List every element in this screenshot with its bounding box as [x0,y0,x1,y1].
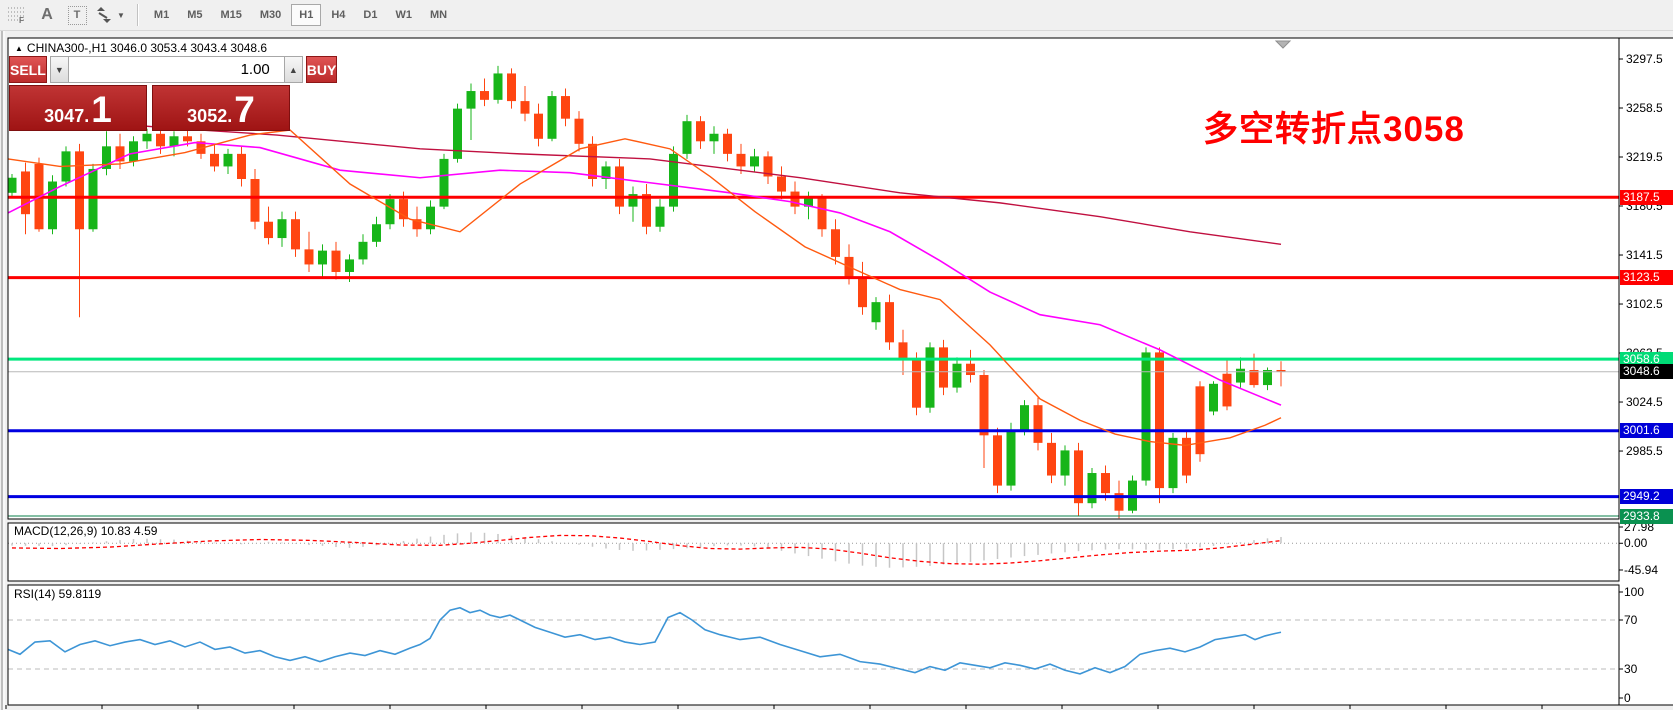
timeframe-group: M1M5M15M30H1H4D1W1MN [145,4,456,26]
one-click-trade-panel: SELL ▼ ▲ BUY 3047.1 3052.7 [9,56,290,131]
toolbar: F A T ▼ M1M5M15M30H1H4D1W1MN [0,0,1673,31]
sell-price-dot: . [84,107,89,125]
timeframe-button-m30[interactable]: M30 [252,4,289,26]
letter-a-icon: A [41,6,53,24]
trade-panel-top-row: SELL ▼ ▲ BUY [9,56,290,83]
buy-price-pip: 7 [234,96,255,125]
trade-panel-price-row: 3047.1 3052.7 [9,85,290,131]
svg-text:F: F [19,16,24,24]
price-tick-label: 2985.5 [1626,444,1670,458]
buy-button[interactable]: BUY [306,56,338,83]
volume-increase-button[interactable]: ▲ [284,56,303,83]
price-tick-label: 3258.5 [1626,101,1670,115]
price-line-badge: 3001.6 [1620,423,1673,438]
sell-price-display[interactable]: 3047.1 [9,85,147,131]
dropdown-caret-icon: ▼ [117,11,125,20]
volume-decrease-button[interactable]: ▼ [50,56,69,83]
timeframe-button-mn[interactable]: MN [422,4,455,26]
mt4-window: F A T ▼ M1M5M15M30H1H4D1W1MN ▲ CHINA300-,… [0,0,1673,710]
toolbar-separator [137,4,139,26]
rsi-axis-label: 0 [1624,691,1670,705]
sell-price-main: 3047 [44,107,84,125]
price-tick-label: 3141.5 [1626,248,1670,262]
text-box-icon: T [68,6,87,25]
text-label-icon[interactable]: T [64,3,90,27]
price-tick-label: 3219.5 [1626,150,1670,164]
sell-button[interactable]: SELL [9,56,47,83]
price-line-badge: 3048.6 [1620,364,1673,379]
macd-axis-label: 0.00 [1624,536,1670,550]
rsi-axis-label: 30 [1624,662,1670,676]
price-tick-label: 3102.5 [1626,297,1670,311]
timeframe-button-m1[interactable]: M1 [146,4,177,26]
timeframe-button-m15[interactable]: M15 [212,4,249,26]
chart-header: ▲ CHINA300-,H1 3046.0 3053.4 3043.4 3048.… [15,41,267,55]
symbol-ohlc-text: CHINA300-,H1 3046.0 3053.4 3043.4 3048.6 [27,41,267,55]
rsi-axis-label: 70 [1624,613,1670,627]
price-line-badge: 2949.2 [1620,489,1673,504]
turning-point-annotation: 多空转折点3058 [1203,101,1465,152]
buy-price-display[interactable]: 3052.7 [152,85,290,131]
timeframe-button-h1[interactable]: H1 [291,4,321,26]
macd-indicator-label: MACD(12,26,9) 10.83 4.59 [14,524,157,538]
volume-input[interactable] [69,56,284,83]
timeframe-button-m5[interactable]: M5 [179,4,210,26]
timeframe-button-w1[interactable]: W1 [387,4,420,26]
collapse-triangle-icon: ▲ [15,44,23,53]
price-line-badge: 3123.5 [1620,270,1673,285]
diagonal-arrows-icon [94,7,114,23]
buy-price-dot: . [227,107,232,125]
arrow-text-icon[interactable]: A [34,3,60,27]
price-tick-label: 3297.5 [1626,52,1670,66]
timeframe-button-d1[interactable]: D1 [355,4,385,26]
price-line-badge: 3187.5 [1620,190,1673,205]
macd-axis-label: -45.94 [1624,563,1670,577]
arrange-symbols-icon[interactable]: ▼ [94,3,125,27]
buy-price-main: 3052 [187,107,227,125]
fibonacci-icon-glyph: F [7,6,27,24]
price-tick-label: 3024.5 [1626,395,1670,409]
sell-price-pip: 1 [91,96,112,125]
price-line-badge: 2933.8 [1620,509,1673,524]
rsi-axis-label: 100 [1624,585,1670,599]
timeframe-button-h4[interactable]: H4 [323,4,353,26]
rsi-indicator-label: RSI(14) 59.8119 [14,587,101,601]
fibonacci-icon[interactable]: F [4,3,30,27]
volume-stepper: ▼ ▲ [50,56,303,83]
